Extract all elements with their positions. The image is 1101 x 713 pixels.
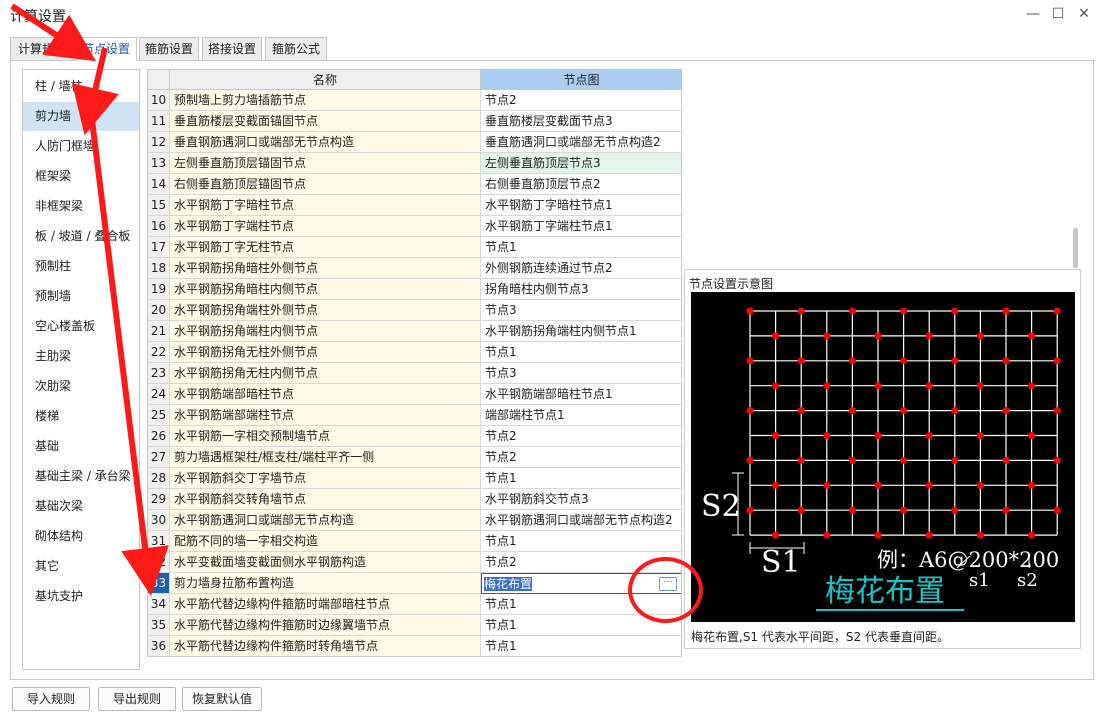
- annotation-overlay: [10, 3, 169, 596]
- annotation-arrow-shear-wall: [72, 47, 119, 136]
- annotation-arrow-row: [89, 119, 169, 596]
- annotation-arrow-tab: [10, 3, 97, 62]
- annotation-circle: [628, 557, 703, 623]
